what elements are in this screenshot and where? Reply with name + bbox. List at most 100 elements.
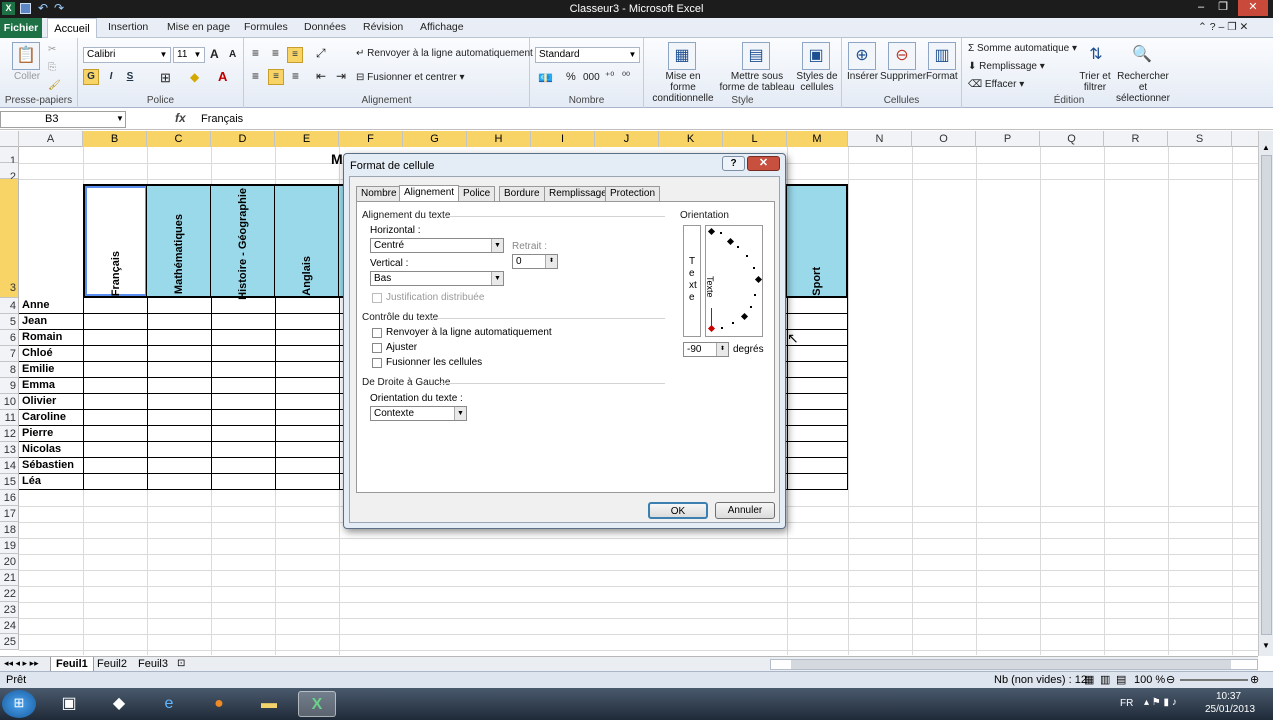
bold-button[interactable]: G bbox=[83, 69, 99, 85]
cancel-button[interactable]: Annuler bbox=[715, 502, 775, 519]
tray-icons[interactable]: ▴ ⚑ ▮ ♪ bbox=[1144, 697, 1177, 708]
minimize-button[interactable]: – bbox=[1190, 0, 1212, 16]
align-right-icon[interactable]: ≡ bbox=[292, 69, 299, 83]
column-header[interactable]: E bbox=[275, 131, 339, 147]
row-header[interactable]: 15 bbox=[0, 474, 19, 490]
distributed-checkbox[interactable] bbox=[372, 293, 382, 303]
indent-spinner[interactable]: 0 ⬍ bbox=[512, 254, 558, 269]
tab-formules[interactable]: Formules bbox=[244, 21, 288, 33]
paste-icon[interactable]: 📋 bbox=[12, 42, 40, 70]
taskbar-folder-icon[interactable]: ▬ bbox=[250, 691, 288, 717]
cell-styles-icon[interactable]: ▣ bbox=[802, 42, 830, 70]
format-cells-icon[interactable]: ▥ bbox=[928, 42, 956, 70]
font-color-icon[interactable]: A bbox=[218, 69, 227, 84]
currency-icon[interactable]: 💶 bbox=[538, 71, 553, 85]
scroll-thumb[interactable] bbox=[1261, 155, 1272, 635]
row-header[interactable]: 3 bbox=[0, 179, 19, 298]
language-indicator[interactable]: FR bbox=[1120, 698, 1133, 709]
merge-center-button[interactable]: ⊟ Fusionner et centrer ▾ bbox=[356, 72, 464, 83]
row-header[interactable]: 1 bbox=[0, 147, 19, 167]
cell-styles-button[interactable]: Styles de cellules bbox=[796, 71, 838, 93]
column-header[interactable]: R bbox=[1104, 131, 1168, 147]
taskbar-excel-icon[interactable]: X bbox=[298, 691, 336, 717]
row-header[interactable]: 7 bbox=[0, 346, 19, 362]
column-header[interactable]: I bbox=[531, 131, 595, 147]
row-header[interactable]: 5 bbox=[0, 314, 19, 330]
tab-insertion[interactable]: Insertion bbox=[108, 21, 148, 33]
row-header[interactable]: 22 bbox=[0, 586, 19, 602]
tab-fichier[interactable]: Fichier bbox=[0, 18, 42, 38]
close-icon[interactable]: ✕ bbox=[747, 156, 780, 171]
row-header[interactable]: 16 bbox=[0, 490, 19, 506]
scroll-up-icon[interactable]: ▲ bbox=[1262, 143, 1270, 152]
select-all-corner[interactable] bbox=[0, 131, 19, 147]
close-window-button[interactable]: ✕ bbox=[1238, 0, 1268, 16]
row-header[interactable]: 4 bbox=[0, 298, 19, 314]
row-header[interactable]: 19 bbox=[0, 538, 19, 554]
zoom-slider[interactable] bbox=[1180, 679, 1248, 681]
taskbar-calculator-icon[interactable]: ▣ bbox=[50, 691, 88, 717]
vertical-text-box[interactable]: Texte bbox=[683, 225, 701, 337]
merge-cells-checkbox[interactable] bbox=[372, 358, 382, 368]
row-header[interactable]: 8 bbox=[0, 362, 19, 378]
cut-icon[interactable]: ✂ bbox=[48, 44, 56, 55]
row-header[interactable]: 2 bbox=[0, 163, 19, 183]
decrease-decimal-icon[interactable]: ⁰⁰ bbox=[622, 71, 630, 82]
format-table-button[interactable]: Mettre sous forme de tableau bbox=[718, 71, 796, 93]
horizontal-scrollbar[interactable] bbox=[770, 659, 1258, 670]
tab-nombre[interactable]: Nombre bbox=[356, 186, 402, 201]
wrap-text-button[interactable]: ↵ Renvoyer à la ligne automatiquement bbox=[356, 48, 533, 59]
row-header[interactable]: 10 bbox=[0, 394, 19, 410]
chevron-down-icon[interactable]: ▼ bbox=[116, 114, 124, 123]
vertical-scrollbar[interactable]: ▲ ▼ bbox=[1258, 131, 1273, 656]
increase-indent-icon[interactable]: ⇥ bbox=[336, 69, 346, 83]
row-header[interactable]: 9 bbox=[0, 378, 19, 394]
clear-button[interactable]: ⌫ Effacer ▾ bbox=[968, 79, 1024, 90]
zoom-out-icon[interactable]: ⊖ bbox=[1166, 673, 1175, 686]
zoom-in-icon[interactable]: ⊕ bbox=[1250, 673, 1259, 686]
shrink-checkbox[interactable] bbox=[372, 343, 382, 353]
tab-affichage[interactable]: Affichage bbox=[420, 21, 464, 33]
row-header[interactable]: 11 bbox=[0, 410, 19, 426]
font-name-combo[interactable]: Calibri ▼ bbox=[83, 47, 171, 63]
column-header[interactable]: K bbox=[659, 131, 723, 147]
tab-remplissage[interactable]: Remplissage bbox=[544, 186, 612, 201]
fill-button[interactable]: ⬇ Remplissage ▾ bbox=[968, 61, 1045, 72]
wrap-text-checkbox[interactable] bbox=[372, 328, 382, 338]
vertical-select[interactable]: Bas ▼ bbox=[370, 271, 504, 286]
sheet-tab-feuil2[interactable]: Feuil2 bbox=[92, 657, 132, 672]
column-header[interactable]: B bbox=[83, 131, 147, 147]
align-left-icon[interactable]: ≡ bbox=[252, 69, 259, 83]
column-header[interactable]: F bbox=[339, 131, 403, 147]
align-center-icon[interactable]: ≡ bbox=[268, 69, 284, 85]
sort-filter-icon[interactable]: ⇅ bbox=[1082, 42, 1110, 70]
column-header[interactable]: L bbox=[723, 131, 787, 147]
tab-donnees[interactable]: Données bbox=[304, 21, 346, 33]
row-header[interactable]: 23 bbox=[0, 602, 19, 618]
italic-button[interactable]: I bbox=[103, 69, 119, 85]
ok-button[interactable]: OK bbox=[648, 502, 708, 519]
ribbon-minimize-icon[interactable]: ⌃ ? – ❐ ✕ bbox=[1198, 21, 1248, 33]
column-header[interactable]: H bbox=[467, 131, 531, 147]
number-format-combo[interactable]: Standard ▼ bbox=[535, 47, 640, 63]
fill-color-icon[interactable]: ◆ bbox=[190, 70, 199, 84]
tab-bordure[interactable]: Bordure bbox=[499, 186, 545, 201]
format-painter-icon[interactable]: 🖌 bbox=[48, 80, 61, 91]
scroll-down-icon[interactable]: ▼ bbox=[1262, 641, 1270, 650]
row-header[interactable]: 14 bbox=[0, 458, 19, 474]
start-button[interactable]: ⊞ bbox=[2, 690, 36, 718]
row-header[interactable]: 12 bbox=[0, 426, 19, 442]
percent-button[interactable]: % bbox=[566, 71, 576, 83]
formula-input[interactable]: Français bbox=[201, 113, 243, 125]
increase-decimal-icon[interactable]: ⁺⁰ bbox=[605, 71, 614, 82]
font-size-combo[interactable]: 11 ▼ bbox=[173, 47, 205, 63]
tab-mise-en-page[interactable]: Mise en page bbox=[167, 21, 230, 33]
normal-view-icon[interactable]: ▦ bbox=[1084, 673, 1094, 686]
row-header[interactable]: 17 bbox=[0, 506, 19, 522]
thousands-button[interactable]: 000 bbox=[583, 72, 600, 83]
insert-cells-icon[interactable]: ⊕ bbox=[848, 42, 876, 70]
column-header[interactable]: Q bbox=[1040, 131, 1104, 147]
row-header[interactable]: 13 bbox=[0, 442, 19, 458]
column-header[interactable]: P bbox=[976, 131, 1040, 147]
align-top-icon[interactable]: ≡ bbox=[252, 46, 259, 60]
